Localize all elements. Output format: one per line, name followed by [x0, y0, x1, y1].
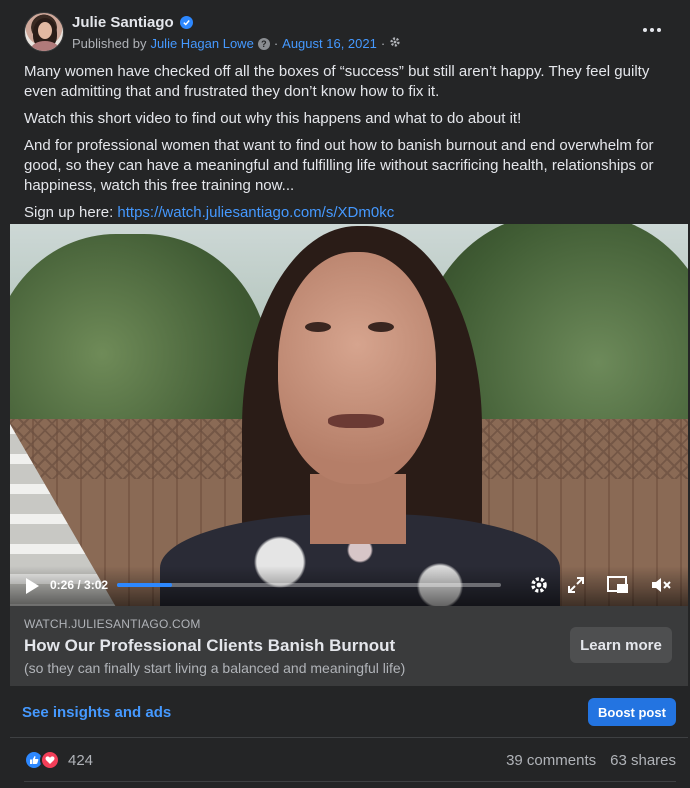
post-meta: Published by Julie Hagan Lowe ? · August…: [72, 36, 401, 51]
post-card: Julie Santiago Published by Julie Hagan …: [0, 0, 690, 788]
video-person-eye: [305, 322, 331, 332]
comments-count[interactable]: 39 comments: [506, 752, 596, 769]
mute-icon[interactable]: [650, 574, 672, 596]
video-person-face: [278, 252, 436, 484]
video-player[interactable]: 0:26 / 3:02: [10, 224, 688, 606]
post-date[interactable]: August 16, 2021: [282, 36, 377, 51]
verified-badge-icon: [179, 16, 193, 29]
video-person-neck: [310, 474, 406, 544]
avatar-face: [38, 22, 52, 39]
link-preview[interactable]: WATCH.JULIESANTIAGO.COM How Our Professi…: [10, 606, 688, 686]
publisher-link[interactable]: Julie Hagan Lowe: [150, 36, 253, 51]
settings-gear-icon[interactable]: [389, 36, 401, 51]
meta-separator: ·: [380, 36, 386, 51]
post-paragraph: Many women have checked off all the boxe…: [24, 63, 650, 100]
published-by-label: Published by: [72, 36, 147, 51]
post-paragraph: Watch this short video to find out why t…: [24, 110, 522, 127]
learn-more-button[interactable]: Learn more: [570, 627, 672, 663]
preview-subtitle: (so they can finally start living a bala…: [24, 660, 406, 676]
engagement-stats: 39 comments 63 shares: [506, 752, 676, 769]
author-line: Julie Santiago: [72, 14, 193, 31]
signup-label: Sign up here:: [24, 204, 114, 221]
pip-icon[interactable]: [607, 574, 629, 596]
video-time: 0:26 / 3:02: [50, 578, 109, 592]
video-progress-bar[interactable]: [117, 583, 501, 587]
post-paragraph: And for professional women that want to …: [24, 137, 654, 194]
video-person-eye: [368, 322, 394, 332]
boost-post-button[interactable]: Boost post: [588, 698, 676, 726]
more-dots-icon[interactable]: [640, 20, 664, 40]
reaction-count[interactable]: 424: [68, 752, 93, 769]
meta-separator: ·: [273, 36, 279, 51]
engagement-bar: 424 39 comments 63 shares: [24, 746, 676, 774]
preview-title[interactable]: How Our Professional Clients Banish Burn…: [24, 636, 395, 656]
signup-link[interactable]: https://watch.juliesantiago.com/s/XDm0kc: [117, 204, 394, 221]
settings-icon[interactable]: [528, 574, 550, 596]
divider: [24, 781, 676, 782]
see-insights-link[interactable]: See insights and ads: [22, 704, 171, 721]
love-icon: [40, 750, 60, 770]
video-progress-fill: [117, 583, 172, 587]
preview-domain: WATCH.JULIESANTIAGO.COM: [24, 617, 201, 631]
video-person-mouth: [328, 414, 384, 428]
post-text: Many women have checked off all the boxe…: [24, 62, 676, 230]
reaction-icons[interactable]: [24, 750, 60, 770]
post-header: Julie Santiago Published by Julie Hagan …: [24, 12, 674, 56]
avatar-body: [31, 41, 59, 51]
fullscreen-icon[interactable]: [565, 574, 587, 596]
play-icon[interactable]: [26, 578, 39, 594]
insights-bar: See insights and ads Boost post: [10, 686, 688, 738]
shares-count[interactable]: 63 shares: [610, 752, 676, 769]
question-icon[interactable]: ?: [257, 37, 270, 50]
signup-line: Sign up here: https://watch.juliesantiag…: [24, 203, 676, 223]
author-avatar[interactable]: [24, 12, 64, 52]
author-name[interactable]: Julie Santiago: [72, 14, 174, 31]
